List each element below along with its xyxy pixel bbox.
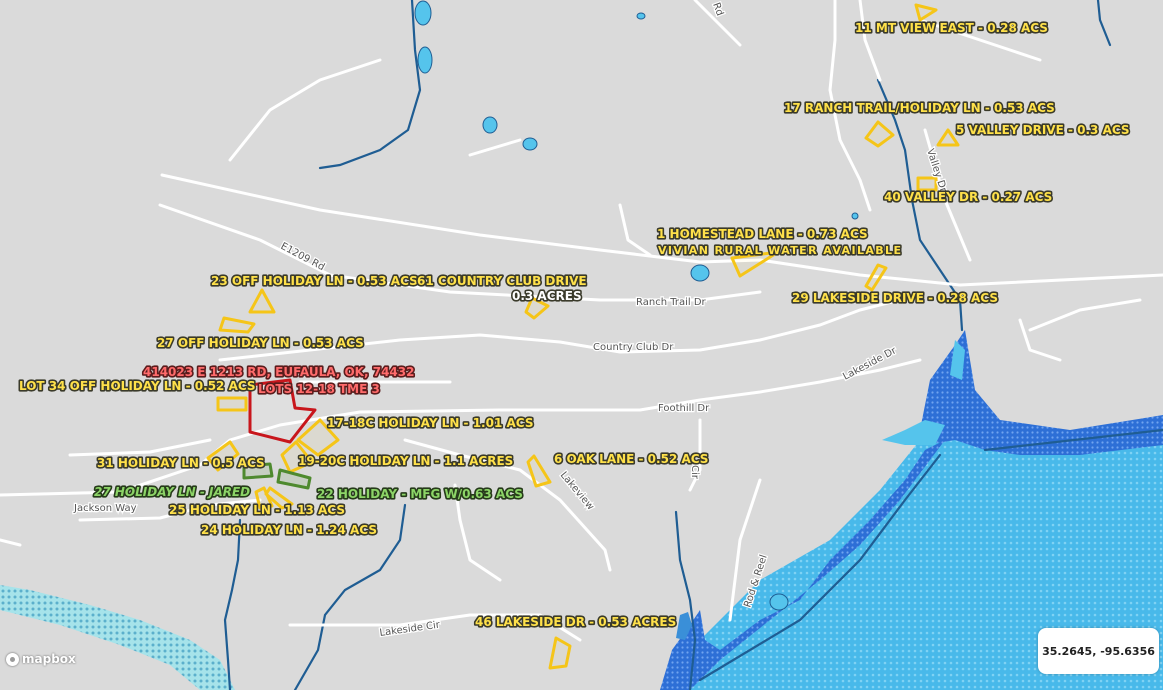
label-40-valley-dr: 40 VALLEY DR - 0.27 ACS: [884, 190, 1052, 204]
road-label-foothill: Foothill Dr: [658, 403, 710, 414]
parcel-lot-34[interactable]: [216, 396, 248, 412]
label-17-18c-holiday: 17-18C HOLIDAY LN - 1.01 ACS: [327, 416, 533, 430]
road-label-jackson: Jackson Way: [73, 503, 137, 514]
label-17-ranch-trail: 17 RANCH TRAIL/HOLIDAY LN - 0.53 ACS: [784, 101, 1055, 115]
map-canvas[interactable]: E1209 Rd Ranch Trail Dr Country Club Dr …: [0, 0, 1163, 690]
mapbox-icon: [6, 652, 19, 666]
label-24-holiday: 24 HOLIDAY LN - 1.24 ACS: [201, 523, 377, 537]
pond-north-2: [417, 46, 433, 74]
pond-rod-reel: [769, 593, 789, 611]
road-label-cir: Cir: [689, 465, 700, 480]
map-layer[interactable]: E1209 Rd Ranch Trail Dr Country Club Dr …: [0, 0, 1163, 690]
pond-north: [414, 0, 432, 26]
pond-center: [482, 116, 498, 134]
label-6-oak-lane: 6 OAK LANE - 0.52 ACS: [554, 452, 708, 466]
parcel-40-valley-dr[interactable]: [916, 176, 938, 192]
pond-homestead: [690, 264, 710, 282]
label-31-holiday: 31 HOLIDAY LN - 0.5 ACS: [97, 456, 265, 470]
label-25-holiday: 25 HOLIDAY LN - 1.13 ACS: [169, 503, 345, 517]
label-27-holiday-jared: 27 HOLIDAY LN - JARED: [94, 485, 250, 499]
label-29-lakeside: 29 LAKESIDE DRIVE - 0.28 ACS: [792, 291, 998, 305]
label-1-homestead: 1 HOMESTEAD LANE - 0.73 ACS: [657, 227, 868, 241]
label-lots-12-18: LOTS 12-18 TME 3: [258, 382, 380, 396]
label-61-country-club: 61 COUNTRY CLUB DRIVE: [417, 274, 587, 288]
road-label-ranch-trail: Ranch Trail Dr: [636, 297, 707, 308]
pond-tiny: [851, 212, 859, 220]
label-23-off-holiday: 23 OFF HOLIDAY LN - 0.53 ACS: [211, 274, 418, 288]
label-vivian-water: VIVIAN RURAL WATER AVAILABLE: [658, 244, 902, 257]
road-label-country-club: Country Club Dr: [593, 342, 674, 353]
coordinate-readout: 35.2645, -95.6356: [1038, 628, 1159, 674]
label-46-lakeside: 46 LAKESIDE DR - 0.53 ACRES: [475, 615, 676, 629]
coordinate-text: 35.2645, -95.6356: [1042, 644, 1155, 658]
label-lot-34: LOT 34 OFF HOLIDAY LN - 0.52 ACS: [19, 379, 256, 393]
label-61-acres: 0.3 ACRES: [512, 289, 582, 303]
label-11-mt-view-east: 11 MT VIEW EAST - 0.28 ACS: [855, 21, 1048, 35]
mapbox-wordmark: mapbox: [22, 652, 76, 666]
pond-center-2: [522, 137, 538, 151]
pond-small: [636, 12, 646, 20]
label-414023-address: 414023 E 1213 RD, EUFAULA, OK, 74432: [143, 365, 414, 379]
mapbox-logo[interactable]: mapbox: [6, 652, 76, 666]
label-27-off-holiday: 27 OFF HOLIDAY LN - 0.53 ACS: [157, 336, 364, 350]
label-5-valley-drive: 5 VALLEY DRIVE - 0.3 ACS: [956, 123, 1130, 137]
label-22-holiday-mfg: 22 HOLIDAY - MFG W/0.63 ACS: [317, 487, 523, 501]
label-19-20c-holiday: 19-20C HOLIDAY LN - 1.1 ACRES: [298, 454, 513, 468]
